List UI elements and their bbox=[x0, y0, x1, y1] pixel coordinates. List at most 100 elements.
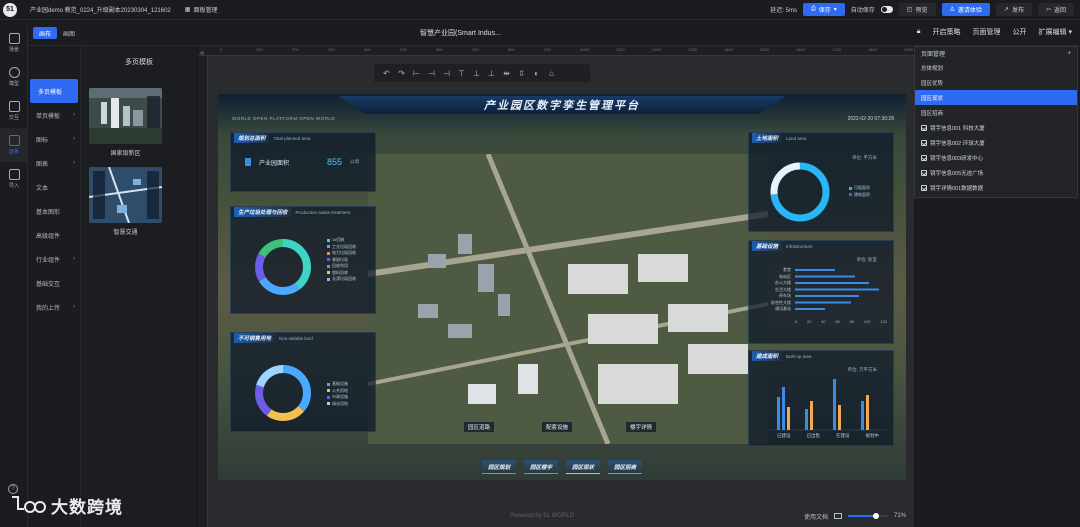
tab-draw[interactable]: 画图 bbox=[57, 27, 81, 39]
dashboard-manager-label: 面板管理 bbox=[193, 8, 218, 14]
rail-import[interactable]: 导入 bbox=[0, 162, 28, 196]
category-advanced[interactable]: 高级组件 bbox=[28, 223, 80, 247]
page-item[interactable]: 园区优势 bbox=[915, 75, 1077, 90]
panel-infrastructure[interactable]: 基础设施 Infrastructure 单位: 处室 食堂 电站区 办公大楼 生活… bbox=[748, 240, 894, 344]
checkbox[interactable] bbox=[921, 169, 927, 176]
page-item-label: 镜宇信息002 环球大厦 bbox=[930, 140, 985, 147]
tab-park-planning[interactable]: 园区规划 bbox=[481, 460, 516, 474]
zoom-fill bbox=[847, 515, 877, 517]
dashboard-icon: ▦ bbox=[184, 7, 191, 13]
category-text[interactable]: 文本 bbox=[28, 175, 80, 199]
ruler-tick: 100 bbox=[256, 47, 263, 52]
fit-screen-icon[interactable] bbox=[833, 513, 842, 519]
align-bottom-icon[interactable]: ⊥ bbox=[487, 69, 496, 78]
ruler-tick: 1000 bbox=[580, 47, 589, 52]
panel-nonsalable-land[interactable]: 不可销售用地 Non-salable land 基础设施 公共用地 市政设施 绿化… bbox=[230, 332, 376, 432]
save-button[interactable]: ⎙ 保存 ▾ bbox=[802, 3, 845, 16]
rail-model[interactable]: 模型 bbox=[0, 60, 28, 94]
save-label: 保存 bbox=[818, 8, 831, 14]
map-label-buildings[interactable]: 楼宇详情 bbox=[626, 422, 657, 432]
canvas-area[interactable]: 0 100 200 300 400 500 600 700 800 900 1000 1100 1200… bbox=[198, 46, 914, 527]
panel-planned-area[interactable]: 规划总面积 Total planned area 产业园面积 855 公顷 bbox=[230, 132, 376, 192]
align-right-icon[interactable]: ⊣ bbox=[442, 69, 451, 78]
template-label: 国家级新区 bbox=[110, 151, 141, 157]
map-label-facilities[interactable]: 配套设施 bbox=[542, 422, 573, 432]
category-multi-page[interactable]: 多页模板 bbox=[30, 79, 78, 103]
preview-button[interactable]: ◰ 预览 bbox=[898, 3, 936, 16]
page-item[interactable]: 镜宇信息001 科技大厦 bbox=[915, 120, 1077, 135]
page-item[interactable]: 镜宇信息003研发中心 bbox=[915, 150, 1077, 165]
page-item[interactable]: 园区现状 bbox=[915, 90, 1077, 105]
template-card[interactable]: 智慧交通 bbox=[89, 167, 162, 236]
redo-icon[interactable]: ↷ bbox=[397, 69, 406, 78]
zoom-slider[interactable] bbox=[847, 513, 888, 519]
distribute-h-icon[interactable]: ⇹ bbox=[502, 69, 511, 78]
dashboard-manager-button[interactable]: ▦ 面板管理 bbox=[185, 5, 218, 14]
top-bar: 51 产业园demo 教范_0224_升级副本20230304_121602 ▦… bbox=[0, 0, 1080, 20]
user-icon: ♙ bbox=[949, 7, 955, 13]
template-card[interactable]: 国家级新区 bbox=[89, 88, 162, 157]
panel-land-area[interactable]: 土地面积 Land area 单位: 平方米 可租面积 建筑面积 bbox=[748, 132, 894, 232]
category-industry[interactable]: 行业组件 › bbox=[28, 247, 80, 271]
rail-label: 面板 bbox=[8, 149, 19, 155]
dashboard-preview[interactable]: 产业园区数字孪生管理平台 WORLD OPEN PLATFORM OPEN WO… bbox=[218, 94, 906, 480]
left-rail: 场景 模型 交互 面板 导入 bbox=[0, 26, 28, 527]
builtup-bar bbox=[810, 401, 813, 430]
align-top-icon[interactable]: ⊤ bbox=[457, 69, 466, 78]
extension-edit-button[interactable]: 扩展编辑 ▾ bbox=[1039, 27, 1072, 37]
align-middle-icon[interactable]: ⊥ bbox=[472, 69, 481, 78]
doc-link[interactable]: 使用文档 bbox=[804, 512, 828, 521]
app-logo[interactable]: 51 bbox=[0, 0, 20, 20]
page-item[interactable]: 镜宇详情001数据数据 bbox=[915, 180, 1077, 195]
page-item[interactable]: 园区招商 bbox=[915, 105, 1077, 120]
category-label: 行业组件 bbox=[36, 257, 61, 264]
category-basic-interaction[interactable]: 基础交互 bbox=[28, 271, 80, 295]
align-left-icon[interactable]: ⊢ bbox=[412, 69, 421, 78]
chevron-right-icon: › bbox=[73, 112, 75, 118]
rail-interaction[interactable]: 交互 bbox=[0, 94, 28, 128]
public-button[interactable]: 公开 bbox=[1013, 27, 1027, 37]
checkbox[interactable] bbox=[921, 139, 927, 146]
chevron-right-icon: › bbox=[73, 304, 75, 310]
checkbox[interactable] bbox=[921, 184, 927, 191]
publish-button[interactable]: ↗ 发布 bbox=[995, 3, 1032, 16]
align-center-h-icon[interactable]: ⊣ bbox=[427, 69, 436, 78]
tab-park-buildings[interactable]: 园区楼宇 bbox=[523, 460, 558, 474]
tab-park-status[interactable]: 园区现状 bbox=[566, 460, 601, 474]
undo-icon[interactable]: ↶ bbox=[382, 69, 391, 78]
panel-production-waste[interactable]: 生产垃圾处理与回收 Production waste treatment 1#回收… bbox=[230, 206, 376, 314]
page-item-label: 园区现状 bbox=[921, 95, 944, 102]
rail-scene[interactable]: 场景 bbox=[0, 26, 28, 60]
category-single-page[interactable]: 单页模板 › bbox=[28, 103, 80, 127]
page-item[interactable]: 总体规划 bbox=[915, 60, 1077, 75]
back-button[interactable]: ⇦ 返回 bbox=[1037, 3, 1074, 16]
watermark-text: 大数跨境 bbox=[51, 498, 123, 517]
tab-canvas[interactable]: 画布 bbox=[33, 27, 58, 39]
checkbox[interactable] bbox=[921, 154, 927, 161]
category-charts[interactable]: 图表 › bbox=[28, 151, 80, 175]
zoom-knob[interactable] bbox=[873, 513, 880, 519]
category-my-uploads[interactable]: 我的上传 › bbox=[28, 295, 80, 319]
collapse-icon[interactable]: « bbox=[200, 48, 204, 57]
preview-bottom-tabs: 园区规划 园区楼宇 园区现状 园区招商 bbox=[218, 460, 906, 474]
category-icons[interactable]: 图标 › bbox=[28, 127, 80, 151]
invite-button[interactable]: ♙ 邀请体验 bbox=[941, 3, 990, 16]
infra-bar bbox=[795, 301, 851, 304]
page-item[interactable]: 镜宇信息005无迹广场 bbox=[915, 165, 1077, 180]
rail-panel[interactable]: 面板 bbox=[0, 128, 28, 162]
strategy-button[interactable]: 开启策略 bbox=[933, 27, 961, 37]
lock-icon[interactable]: 🔒︎ bbox=[917, 28, 921, 36]
panel-built-up[interactable]: 建成面积 Built-up area 单位: 万平方米 已建设 已出售 在建设 规… bbox=[748, 350, 894, 446]
add-page-icon[interactable]: + bbox=[1067, 51, 1071, 57]
page-item[interactable]: 镜宇信息002 环球大厦 bbox=[915, 135, 1077, 150]
distribute-v-icon[interactable]: ⇳ bbox=[517, 69, 526, 78]
tab-park-investment[interactable]: 园区招商 bbox=[608, 460, 643, 474]
page-manager-button[interactable]: 页面管理 bbox=[973, 27, 1001, 37]
category-label: 文本 bbox=[36, 185, 49, 192]
checkbox[interactable] bbox=[921, 124, 927, 131]
autosave-toggle[interactable] bbox=[880, 6, 893, 13]
category-basic-shapes[interactable]: 基本图形 bbox=[28, 199, 80, 223]
map-label-roads[interactable]: 园区道路 bbox=[464, 422, 495, 432]
lock-layer-icon[interactable]: ⌂ bbox=[547, 69, 556, 78]
color-icon[interactable]: ◐ bbox=[532, 69, 541, 78]
